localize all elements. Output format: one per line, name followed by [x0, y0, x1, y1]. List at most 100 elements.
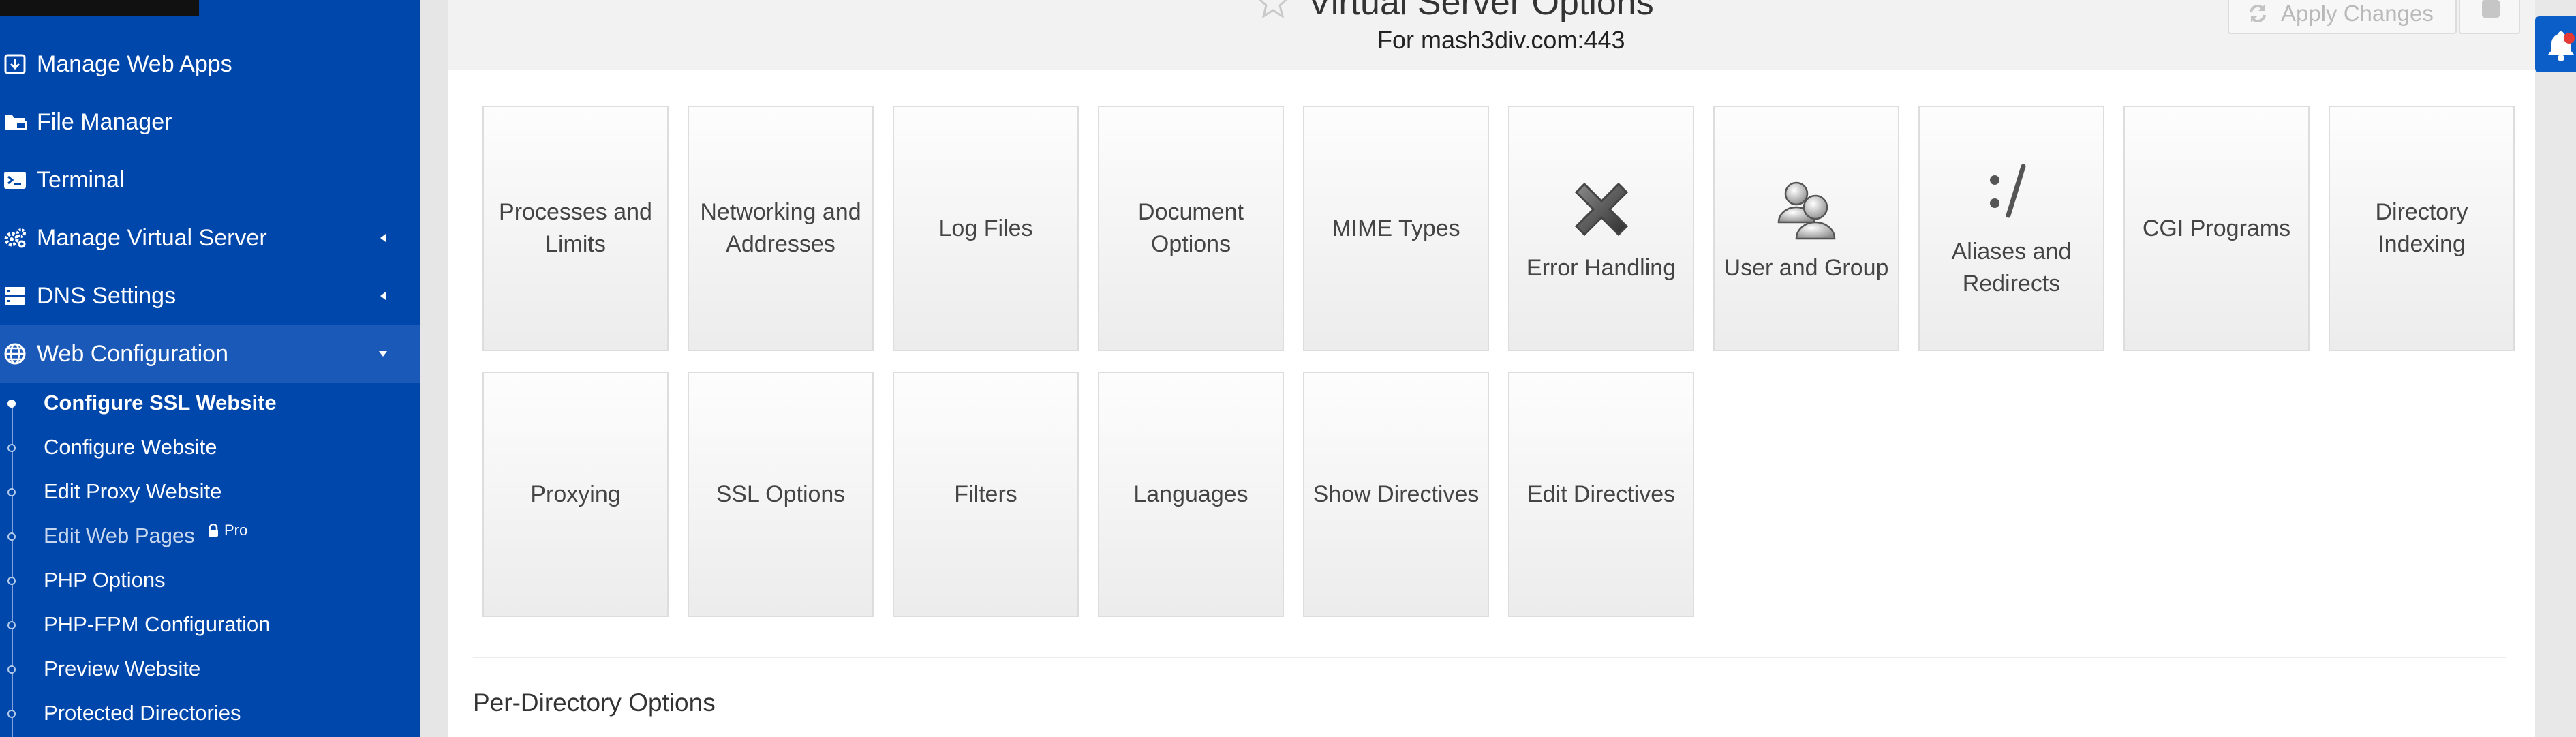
caret-down-icon	[378, 348, 388, 359]
tile-label: User and Group	[1723, 254, 1889, 281]
pro-badge: Pro	[206, 522, 247, 539]
tile-label: Networking and Addresses	[700, 199, 861, 257]
tile-document-options[interactable]: Document Options	[1098, 106, 1284, 351]
tile-label: Filters	[954, 481, 1017, 507]
sidebar-item-label: DNS Settings	[37, 283, 177, 309]
tile-aliases-and-redirects[interactable]: Aliases and Redirects	[1918, 106, 2104, 351]
notifications-tab[interactable]	[2535, 16, 2576, 72]
sidebar-item-label: Manage Web Apps	[37, 51, 232, 77]
tile-proxying[interactable]: Proxying	[482, 372, 669, 617]
submenu-item-php-fpm-configuration[interactable]: PHP-FPM Configuration	[0, 603, 420, 648]
alias-slash-icon	[1974, 157, 2049, 232]
submenu-item-edit-proxy-website[interactable]: Edit Proxy Website	[0, 470, 420, 515]
page-title: Virtual Server Options	[1308, 0, 1654, 22]
sidebar-item-label: Terminal	[37, 167, 125, 193]
tile-label: SSL Options	[716, 481, 846, 507]
sidebar-top-strip	[0, 0, 199, 16]
server-icon	[3, 284, 27, 308]
submenu-item-edit-web-pages[interactable]: Edit Web Pages Pro	[0, 515, 420, 559]
users-icon	[1769, 173, 1844, 248]
tile-label: Processes and Limits	[499, 199, 652, 257]
submenu-item-protected-directories[interactable]: Protected Directories	[0, 692, 420, 736]
tile-edit-directives[interactable]: Edit Directives	[1508, 372, 1694, 617]
sidebar-item-terminal[interactable]: Terminal	[0, 151, 420, 209]
tile-languages[interactable]: Languages	[1098, 372, 1284, 617]
apply-changes-label: Apply Changes	[2281, 1, 2434, 26]
pro-badge-label: Pro	[224, 522, 248, 539]
submenu-item-label: Protected Directories	[44, 701, 241, 725]
submenu-item-configure-ssl-website[interactable]: Configure SSL Website	[0, 382, 420, 426]
submenu-item-label: Preview Website	[44, 657, 201, 680]
main-area: Virtual Server Options For mash3div.com:…	[420, 0, 2535, 737]
tile-directory-indexing[interactable]: Directory Indexing	[2329, 106, 2515, 351]
lock-icon	[209, 524, 218, 537]
tile-label: Directory Indexing	[2375, 199, 2468, 257]
sidebar-item-web-configuration[interactable]: Web Configuration	[0, 325, 420, 383]
bullet-icon	[7, 577, 16, 585]
tile-label: Log Files	[938, 215, 1033, 241]
per-directory-heading: Per-Directory Options	[473, 689, 716, 717]
submenu-item-php-options[interactable]: PHP Options	[0, 559, 420, 603]
caret-left-icon	[378, 290, 388, 301]
submenu-item-label: Configure Website	[44, 435, 217, 459]
stop-button[interactable]	[2459, 0, 2520, 34]
tile-label: Languages	[1133, 481, 1248, 507]
bullet-icon	[7, 488, 16, 496]
tile-filters[interactable]: Filters	[893, 372, 1079, 617]
content-panel: Virtual Server Options For mash3div.com:…	[448, 0, 2535, 737]
submenu-item-configure-website[interactable]: Configure Website	[0, 426, 420, 470]
tile-user-and-group[interactable]: User and Group	[1713, 106, 1899, 351]
caret-left-icon	[378, 232, 388, 243]
submenu-item-label: Edit Web Pages	[44, 524, 195, 547]
submenu-item-label: PHP-FPM Configuration	[44, 612, 271, 636]
tile-label: CGI Programs	[2142, 215, 2291, 241]
tile-label: Error Handling	[1526, 254, 1676, 281]
bullet-icon	[7, 621, 16, 629]
error-x-icon	[1564, 173, 1639, 248]
tile-error-handling[interactable]: Error Handling	[1508, 106, 1694, 351]
bullet-icon	[7, 532, 16, 541]
submenu-item-label: Edit Proxy Website	[44, 479, 222, 503]
stop-icon	[2482, 0, 2500, 18]
page-subtitle: For mash3div.com:443	[1377, 26, 1625, 54]
bullet-icon	[7, 665, 16, 674]
tile-label: Aliases and Redirects	[1951, 239, 2072, 297]
tile-ssl-options[interactable]: SSL Options	[688, 372, 874, 617]
sidebar-item-label: Web Configuration	[37, 341, 228, 367]
bullet-icon	[7, 444, 16, 452]
tile-label: Proxying	[530, 481, 621, 507]
sidebar: Manage Web Apps File Manager Terminal Ma…	[0, 0, 420, 737]
tile-mime-types[interactable]: MIME Types	[1303, 106, 1489, 351]
bell-icon	[2548, 31, 2575, 61]
submenu-item-preview-website[interactable]: Preview Website	[0, 648, 420, 692]
tile-label: Edit Directives	[1527, 481, 1676, 507]
tile-cgi-programs[interactable]: CGI Programs	[2123, 106, 2310, 351]
submenu-item-label: PHP Options	[44, 568, 166, 592]
tile-show-directives[interactable]: Show Directives	[1303, 372, 1489, 617]
folder-icon	[3, 110, 27, 134]
terminal-icon	[3, 168, 27, 192]
sidebar-item-label: File Manager	[37, 109, 172, 135]
sidebar-item-dns-settings[interactable]: DNS Settings	[0, 267, 420, 325]
globe-icon	[3, 342, 27, 366]
submenu-item-label: Configure SSL Website	[44, 391, 277, 415]
star-icon[interactable]	[1256, 0, 1290, 19]
gears-icon	[3, 226, 27, 250]
sidebar-item-label: Manage Virtual Server	[37, 225, 267, 251]
section-divider	[473, 657, 2506, 658]
bullet-icon	[7, 400, 16, 408]
tile-label: MIME Types	[1332, 215, 1460, 241]
tile-log-files[interactable]: Log Files	[893, 106, 1079, 351]
apply-changes-button[interactable]: Apply Changes	[2228, 0, 2457, 34]
tile-label: Show Directives	[1313, 481, 1479, 507]
panel-header: Virtual Server Options For mash3div.com:…	[448, 0, 2535, 70]
refresh-icon	[2250, 4, 2266, 23]
bullet-icon	[7, 710, 16, 718]
tile-processes-and-limits[interactable]: Processes and Limits	[482, 106, 669, 351]
tile-label: Document Options	[1138, 199, 1244, 257]
web-apps-icon	[3, 52, 27, 76]
sidebar-item-file-manager[interactable]: File Manager	[0, 93, 420, 151]
sidebar-item-manage-virtual-server[interactable]: Manage Virtual Server	[0, 209, 420, 267]
sidebar-item-manage-web-apps[interactable]: Manage Web Apps	[0, 35, 420, 93]
tile-networking-and-addresses[interactable]: Networking and Addresses	[688, 106, 874, 351]
